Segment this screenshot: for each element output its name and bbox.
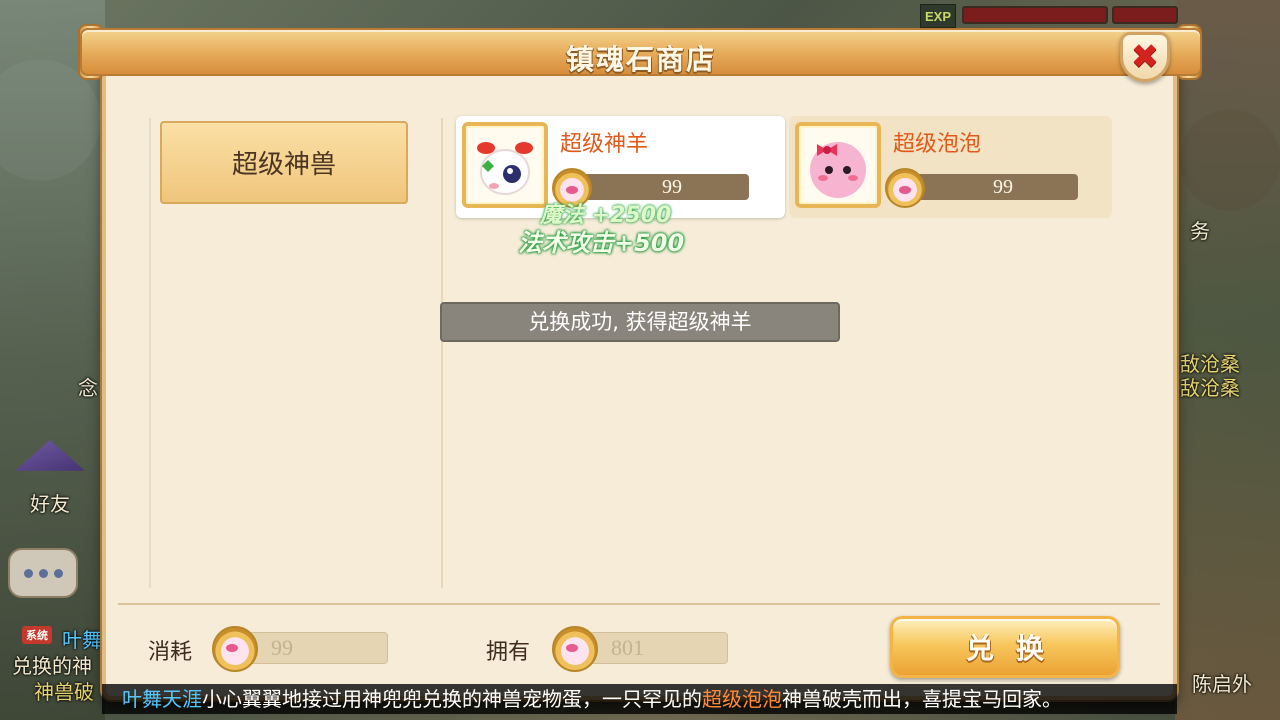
exchange-label-2: 换: [1016, 632, 1045, 665]
item-name: 超级泡泡: [893, 132, 982, 157]
broadcast-text-a: 小心翼翼地接过用神兜兜兑换的神兽宠物蛋，一只罕见的: [202, 687, 702, 711]
footer-divider: [118, 603, 1160, 605]
soul-stone-coin-icon: [212, 626, 258, 672]
exp-label: EXP: [920, 4, 956, 28]
left-scene-strip: [0, 0, 105, 720]
item-price: 99: [914, 174, 1078, 200]
owned-label: 拥有: [486, 640, 531, 665]
side-text-right-b: 敌沧桑: [1180, 376, 1240, 400]
sheep-pet-icon: [462, 122, 548, 208]
window-title: 镇魂石商店: [565, 43, 716, 76]
item-name: 超级神羊: [560, 132, 649, 157]
exchange-success-toast: 兑换成功, 获得超级神羊: [440, 302, 840, 342]
column-divider: [441, 118, 443, 588]
exchange-label-1: 兑: [965, 632, 994, 665]
side-text-right-name: 陈启外: [1192, 672, 1252, 696]
broadcast-pet[interactable]: 超级泡泡: [702, 687, 782, 711]
exchange-button[interactable]: 兑 换: [890, 616, 1120, 678]
chat-bubble-icon[interactable]: [8, 548, 78, 598]
side-text-task: 务: [1190, 219, 1210, 243]
close-button[interactable]: ✖: [1120, 32, 1170, 82]
hp-bar: [962, 6, 1108, 24]
close-icon: ✖: [1130, 37, 1160, 77]
column-divider-left: [149, 118, 151, 588]
side-chat-line1: 兑换的神: [12, 654, 92, 678]
title-bar: 镇魂石商店: [80, 28, 1202, 76]
soul-stone-coin-icon: [552, 626, 598, 672]
side-text-misc: 念: [78, 376, 98, 400]
side-chat-line2: 神兽破: [34, 680, 94, 704]
side-chat-name: 叶舞: [62, 628, 102, 652]
broadcast-player[interactable]: 叶舞天涯: [122, 687, 202, 711]
system-tag: 系统: [22, 626, 52, 644]
mp-bar: [1112, 6, 1178, 24]
cost-label: 消耗: [148, 640, 193, 665]
friend-label[interactable]: 好友: [30, 488, 70, 517]
floating-spell-attack-bonus: 法术攻击+500: [518, 229, 685, 257]
system-broadcast: 叶舞天涯小心翼翼地接过用神兜兜兑换的神兽宠物蛋，一只罕见的超级泡泡神兽破壳而出，…: [102, 684, 1177, 714]
bubble-pet-icon: [795, 122, 881, 208]
category-super-beast[interactable]: 超级神兽: [160, 121, 408, 204]
soul-stone-coin-icon: [885, 168, 925, 208]
broadcast-text-b: 神兽破壳而出，喜提宝马回家。: [782, 687, 1062, 711]
shop-item-super-bubble[interactable]: 超级泡泡 99: [789, 116, 1112, 218]
